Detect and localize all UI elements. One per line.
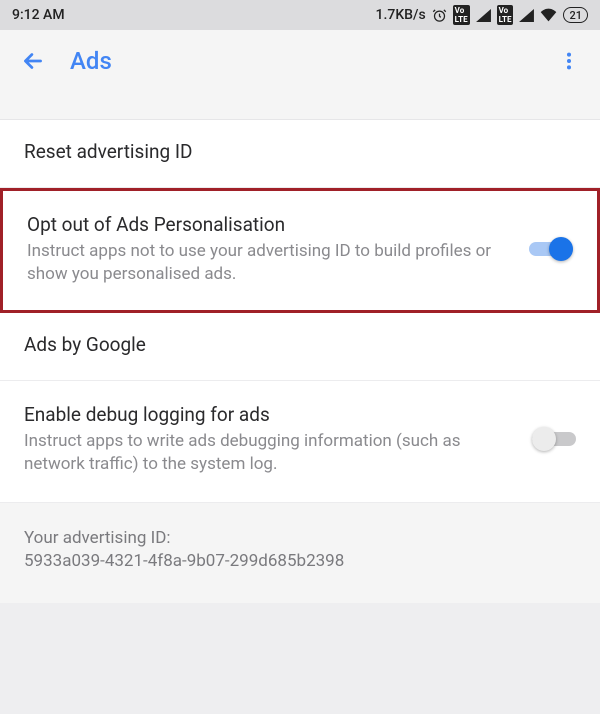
- app-bar: Ads: [0, 30, 600, 92]
- volte-badge-1: VoLTE: [453, 5, 470, 25]
- advertising-id-row: Your advertising ID: 5933a039-4321-4f8a-…: [0, 503, 600, 603]
- enable-debug-logging-row[interactable]: Enable debug logging for ads Instruct ap…: [0, 381, 600, 503]
- reset-advertising-id-row[interactable]: Reset advertising ID: [0, 120, 600, 188]
- ads-by-google-row[interactable]: Ads by Google: [0, 313, 600, 381]
- wifi-icon: [540, 8, 557, 22]
- alarm-icon: [432, 8, 447, 23]
- row-title: Ads by Google: [24, 333, 576, 356]
- settings-list: Reset advertising ID Opt out of Ads Pers…: [0, 120, 600, 603]
- row-text: Enable debug logging for ads Instruct ap…: [24, 403, 512, 476]
- row-title: Enable debug logging for ads: [24, 403, 512, 426]
- signal-icon-1: [476, 9, 491, 22]
- debug-logging-toggle[interactable]: [532, 427, 576, 451]
- status-bar: 9:12 AM 1.7KB/s VoLTE VoLTE 21: [0, 0, 600, 30]
- battery-indicator: 21: [563, 7, 588, 23]
- volte-badge-2: VoLTE: [497, 5, 514, 25]
- more-options-button[interactable]: [550, 42, 588, 80]
- back-button[interactable]: [12, 40, 54, 82]
- page-title: Ads: [70, 47, 550, 75]
- status-right: 1.7KB/s VoLTE VoLTE 21: [376, 5, 588, 25]
- row-title: Reset advertising ID: [24, 140, 576, 163]
- row-title: Opt out of Ads Personalisation: [27, 213, 509, 236]
- status-time: 9:12 AM: [12, 7, 65, 23]
- opt-out-personalisation-row[interactable]: Opt out of Ads Personalisation Instruct …: [0, 188, 600, 313]
- status-speed: 1.7KB/s: [376, 7, 426, 23]
- row-subtitle: Instruct apps to write ads debugging inf…: [24, 430, 512, 476]
- advertising-id-label: Your advertising ID:: [24, 527, 576, 550]
- header-spacer: [0, 92, 600, 120]
- row-subtitle: Instruct apps not to use your advertisin…: [27, 240, 509, 286]
- signal-icon-2: [519, 9, 534, 22]
- opt-out-toggle[interactable]: [529, 237, 573, 261]
- advertising-id-value: 5933a039-4321-4f8a-9b07-299d685b2398: [24, 550, 576, 573]
- row-text: Opt out of Ads Personalisation Instruct …: [27, 213, 509, 286]
